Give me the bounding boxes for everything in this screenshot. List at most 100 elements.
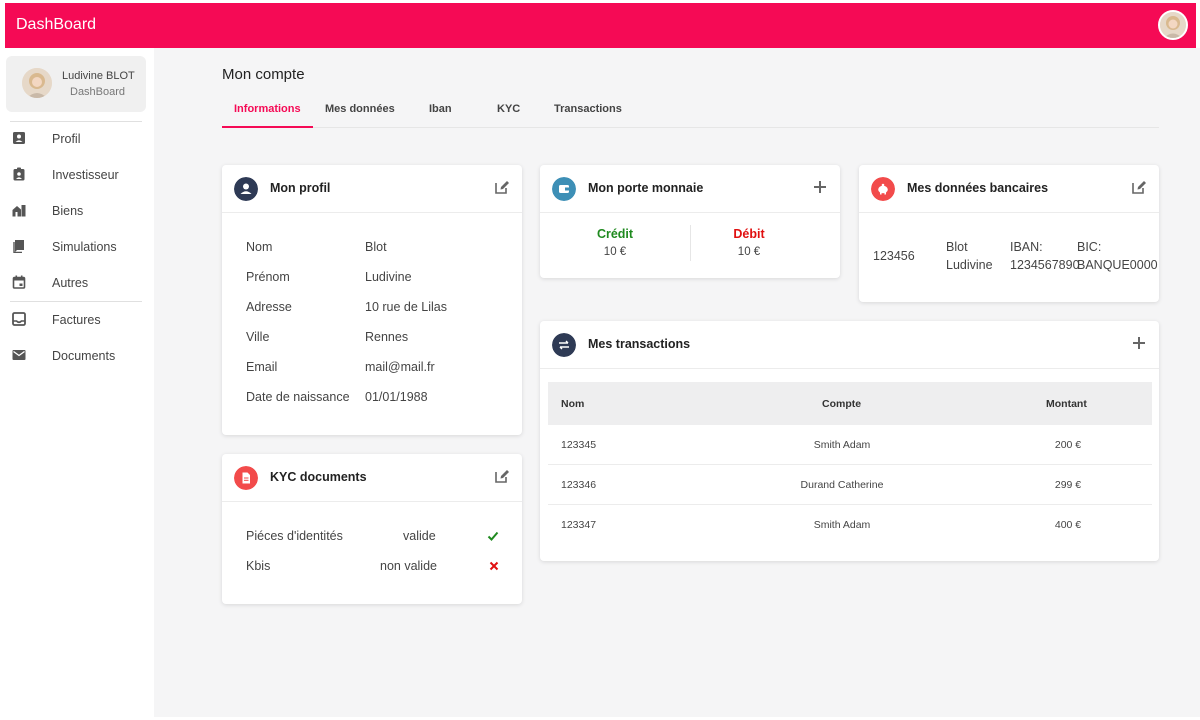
piggy-bank-icon (871, 177, 895, 201)
sidebar-item-profil[interactable]: Profil (0, 121, 154, 157)
avatar (22, 68, 52, 98)
wallet-card: Mon porte monnaie Crédit 10 € Débit 10 € (540, 165, 840, 278)
profile-value-nom: Blot (365, 240, 387, 254)
profile-label-ville: Ville (246, 330, 270, 344)
sidebar-item-label: Simulations (52, 240, 117, 254)
person-icon (234, 177, 258, 201)
profile-card: Mon profil Nom Blot Prénom Ludivine Adre… (222, 165, 522, 435)
cross-icon (489, 561, 499, 571)
sidebar-item-simulations[interactable]: Simulations (0, 229, 154, 265)
column-header-montant[interactable]: Montant (1046, 398, 1087, 410)
inbox-icon (12, 312, 26, 326)
kyc-status-kbis: non valide (380, 559, 437, 573)
swap-icon (552, 333, 576, 357)
profile-label-birthdate: Date de naissance (246, 390, 350, 404)
cell-montant: 400 € (1054, 519, 1082, 531)
card-title: Mes données bancaires (907, 181, 1049, 195)
bank-iban-label: IBAN: (1010, 240, 1043, 254)
table-header: Nom Compte Montant (548, 382, 1152, 425)
sidebar-item-investisseur[interactable]: Investisseur (0, 157, 154, 193)
sidebar-item-documents[interactable]: Documents (0, 338, 154, 374)
table-row[interactable]: 123345 Smith Adam 200 € (548, 425, 1152, 465)
profile-label-nom: Nom (246, 240, 273, 254)
tab-iban[interactable]: Iban (429, 103, 452, 115)
tab-transactions[interactable]: Transactions (554, 103, 622, 115)
main-content: Mon compte Informations Mes données Iban… (154, 48, 1200, 717)
tab-informations[interactable]: Informations (234, 103, 301, 115)
sidebar-item-factures[interactable]: Factures (0, 302, 154, 338)
profile-label-adresse: Adresse (246, 300, 292, 314)
profile-label-email: Email (246, 360, 278, 374)
user-name: Ludivine BLOT (62, 70, 135, 82)
profile-value-adresse: 10 rue de Lilas (365, 300, 448, 314)
plus-icon[interactable] (812, 179, 828, 195)
buildings-icon (12, 205, 26, 217)
book-icon (13, 240, 24, 253)
user-card[interactable]: Ludivine BLOT DashBoard (6, 56, 146, 112)
wallet-debit-value: 10 € (737, 246, 761, 258)
plus-icon[interactable] (1131, 335, 1147, 351)
profile-value-ville: Rennes (365, 330, 409, 344)
tab-mes-donnees[interactable]: Mes données (325, 103, 395, 115)
kyc-label-kbis: Kbis (246, 559, 271, 573)
avatar-icon (22, 68, 52, 98)
calendar-icon (12, 275, 26, 289)
card-title: Mon porte monnaie (588, 181, 704, 195)
sidebar-item-label: Factures (52, 313, 101, 327)
account-box-icon (13, 132, 25, 144)
card-title: Mon profil (270, 181, 331, 195)
card-header: Mon profil (222, 165, 522, 213)
mail-icon (12, 350, 26, 360)
table-row[interactable]: 123347 Smith Adam 400 € (548, 505, 1152, 545)
tab-bar: Informations Mes données Iban KYC Transa… (222, 96, 1159, 128)
wallet-icon (552, 177, 576, 201)
table-row[interactable]: 123346 Durand Catherine 299 € (548, 465, 1152, 505)
avatar-top[interactable] (1158, 10, 1188, 40)
bank-holder-line1: Blot (946, 240, 968, 254)
bank-bic-value: BANQUE0000 (1077, 258, 1158, 272)
kyc-status-identite: valide (403, 529, 436, 543)
wallet-credit-label: Crédit (596, 227, 634, 241)
wallet-credit-value: 10 € (603, 246, 627, 258)
card-header: Mes transactions (540, 321, 1159, 369)
check-icon (487, 531, 499, 541)
card-header: KYC documents (222, 454, 522, 502)
sidebar-item-label: Profil (52, 132, 81, 146)
sidebar-item-label: Documents (52, 349, 116, 363)
top-app-bar: DashBoard (5, 3, 1196, 48)
cell-montant: 299 € (1054, 479, 1082, 491)
app-title: DashBoard (16, 16, 97, 33)
card-title: Mes transactions (588, 337, 691, 351)
card-header: Mes données bancaires (859, 165, 1159, 213)
bank-bic-label: BIC: (1077, 240, 1102, 254)
card-title: KYC documents (270, 470, 367, 484)
edit-icon[interactable] (1131, 179, 1147, 195)
edit-icon[interactable] (494, 468, 510, 484)
sidebar-item-label: Autres (52, 276, 89, 290)
bank-iban-value: 1234567890 (1010, 258, 1080, 272)
sidebar-item-label: Biens (52, 204, 84, 218)
user-subtitle: DashBoard (70, 86, 126, 98)
profile-value-email: mail@mail.fr (365, 360, 435, 374)
bank-holder-line2: Ludivine (946, 258, 993, 272)
active-tab-indicator (222, 126, 313, 128)
sidebar-item-autres[interactable]: Autres (0, 265, 154, 301)
badge-icon (13, 167, 25, 181)
column-header-compte[interactable]: Compte (822, 398, 861, 410)
kyc-label-identite: Piéces d'identités (246, 529, 343, 543)
sidebar-item-biens[interactable]: Biens (0, 193, 154, 229)
wallet-debit-label: Débit (733, 227, 765, 241)
cell-montant: 200 € (1054, 439, 1082, 451)
kyc-card: KYC documents Piéces d'identités valide … (222, 454, 522, 604)
document-icon (234, 466, 258, 490)
sidebar-item-label: Investisseur (52, 168, 119, 182)
column-header-nom[interactable]: Nom (561, 398, 584, 410)
page-title: Mon compte (222, 66, 305, 83)
bank-card: Mes données bancaires 123456 Blot Ludivi… (859, 165, 1159, 302)
edit-icon[interactable] (494, 179, 510, 195)
transactions-card: Mes transactions Nom Compte Montant 1233… (540, 321, 1159, 561)
tab-kyc[interactable]: KYC (497, 103, 520, 115)
bank-number: 123456 (873, 249, 915, 263)
profile-label-prenom: Prénom (246, 270, 290, 284)
profile-value-prenom: Ludivine (365, 270, 412, 284)
